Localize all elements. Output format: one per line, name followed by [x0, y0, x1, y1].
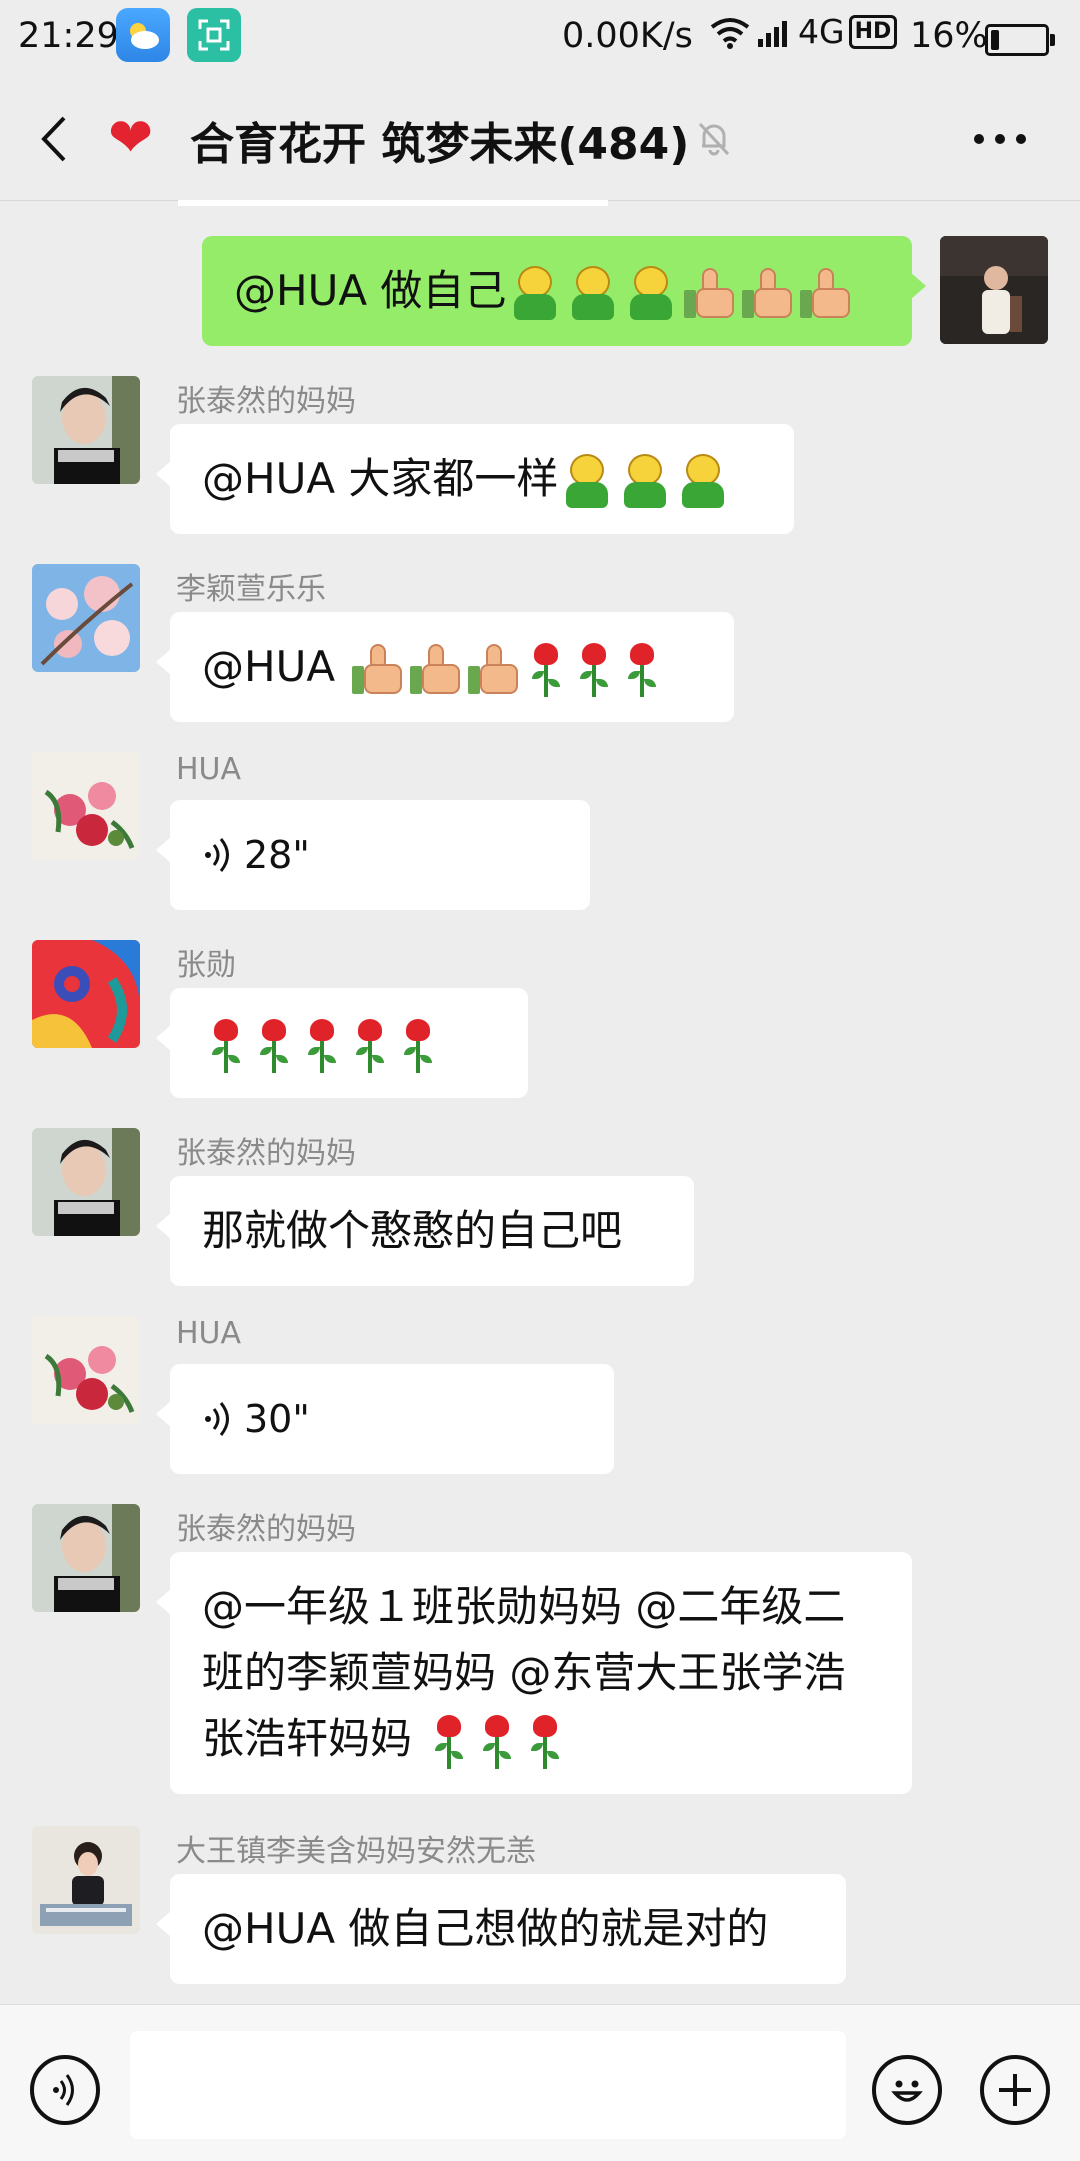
more-options-button[interactable] — [970, 126, 1030, 156]
wifi-icon — [710, 17, 750, 49]
thumb-emoji-icon — [466, 642, 520, 698]
back-button[interactable] — [30, 112, 80, 166]
rose-emoji-icon — [523, 1713, 567, 1771]
more-functions-button[interactable] — [980, 2055, 1050, 2125]
doll-emoji-icon — [618, 453, 672, 510]
rose-emoji-icon — [620, 641, 664, 699]
battery-icon — [985, 24, 1055, 56]
heart-icon: ❤ — [108, 106, 154, 169]
more-dot-icon — [1016, 134, 1026, 144]
previous-message-edge — [178, 200, 608, 206]
my-avatar[interactable] — [940, 236, 1048, 344]
avatar[interactable] — [32, 376, 140, 484]
message-list[interactable]: @HUA 做自己 张泰然的妈妈 @HUA 大家都一样 李颖萱乐乐 @HUA HU… — [0, 200, 1080, 2004]
voice-input-button[interactable] — [30, 2055, 100, 2125]
voice-wave-icon — [53, 2074, 74, 2106]
doll-emoji-icon — [624, 265, 678, 322]
voice-message-bubble[interactable]: 28" — [156, 800, 590, 910]
sender-name: 大王镇李美含妈妈安然无恙 — [176, 1834, 536, 1869]
message-bubble[interactable]: @一年级１班张勋妈妈 @二年级二班的李颖萱妈妈 @东营大王张学浩张浩轩妈妈 — [156, 1552, 912, 1794]
rose-emoji-icon — [300, 1017, 344, 1075]
smiley-icon — [891, 2080, 923, 2102]
message-bubble[interactable]: 那就做个憨憨的自己吧 — [156, 1176, 694, 1286]
battery-percent: 16% — [910, 16, 988, 56]
more-dot-icon — [995, 134, 1005, 144]
mute-bell-icon — [694, 118, 734, 158]
avatar[interactable] — [32, 1316, 140, 1424]
avatar[interactable] — [32, 1826, 140, 1934]
network-type: 4G — [798, 12, 845, 51]
rose-emoji-icon — [348, 1017, 392, 1075]
thumb-emoji-icon — [408, 642, 462, 698]
chevron-left-icon — [41, 116, 66, 162]
chat-title[interactable]: 合育花开 筑梦未来(484) — [190, 108, 689, 172]
scan-app-icon — [187, 8, 241, 62]
doll-emoji-icon — [676, 453, 730, 510]
network-speed: 0.00K/s — [562, 16, 693, 56]
sender-name: 张泰然的妈妈 — [176, 1136, 356, 1171]
rose-emoji-icon — [524, 641, 568, 699]
signal-icons: 4G HD — [708, 12, 898, 51]
cell-signal-icon — [758, 20, 787, 47]
voice-duration: 28" — [244, 833, 310, 877]
message-text: @HUA 做自己想做的就是对的 — [202, 1904, 769, 1953]
sender-name: 李颖萱乐乐 — [176, 572, 326, 607]
avatar[interactable] — [32, 1128, 140, 1236]
sender-name: 张泰然的妈妈 — [176, 384, 356, 419]
input-bar — [0, 2004, 1080, 2161]
message-input[interactable] — [130, 2031, 846, 2139]
sender-name: HUA — [176, 1316, 242, 1351]
message-bubble[interactable]: @HUA 做自己 — [202, 236, 926, 346]
emoji-button[interactable] — [872, 2055, 942, 2125]
voice-duration: 30" — [244, 1397, 310, 1441]
message-text: @HUA 做自己 — [234, 266, 507, 315]
avatar[interactable] — [32, 752, 140, 860]
sender-name: 张勋 — [176, 948, 236, 983]
doll-emoji-icon — [560, 453, 614, 510]
weather-app-icon — [116, 8, 170, 62]
plus-icon — [999, 2074, 1031, 2106]
rose-emoji-icon — [252, 1017, 296, 1075]
rose-emoji-icon — [396, 1017, 440, 1075]
sender-name: HUA — [176, 752, 242, 787]
more-dot-icon — [974, 134, 984, 144]
message-text: @HUA 大家都一样 — [202, 454, 559, 503]
message-bubble[interactable]: @HUA — [156, 612, 734, 722]
message-text: 那就做个憨憨的自己吧 — [202, 1206, 623, 1255]
chat-header: ❤ 合育花开 筑梦未来(484) — [0, 76, 1080, 201]
avatar[interactable] — [32, 564, 140, 672]
message-bubble[interactable]: @HUA 做自己想做的就是对的 — [156, 1874, 846, 1984]
thumb-emoji-icon — [798, 266, 852, 322]
hd-badge: HD — [848, 14, 898, 49]
avatar[interactable] — [32, 1504, 140, 1612]
rose-emoji-icon — [572, 641, 616, 699]
rose-emoji-icon — [427, 1713, 471, 1771]
message-bubble[interactable] — [156, 988, 528, 1098]
avatar[interactable] — [32, 940, 140, 1048]
voice-message-bubble[interactable]: 30" — [156, 1364, 614, 1474]
rose-emoji-icon — [204, 1017, 248, 1075]
thumb-emoji-icon — [740, 266, 794, 322]
battery-level — [991, 30, 999, 50]
voice-wave-icon — [205, 1402, 229, 1436]
rose-emoji-icon — [475, 1713, 519, 1771]
status-bar: 21:29 0.00K/s 4G HD 16% — [0, 0, 1080, 76]
thumb-emoji-icon — [350, 642, 404, 698]
voice-wave-icon — [205, 838, 229, 872]
message-text: @HUA — [202, 642, 349, 691]
doll-emoji-icon — [508, 265, 562, 322]
thumb-emoji-icon — [682, 266, 736, 322]
doll-emoji-icon — [566, 265, 620, 322]
status-time: 21:29 — [18, 16, 119, 56]
message-bubble[interactable]: @HUA 大家都一样 — [156, 424, 794, 534]
sender-name: 张泰然的妈妈 — [176, 1512, 356, 1547]
